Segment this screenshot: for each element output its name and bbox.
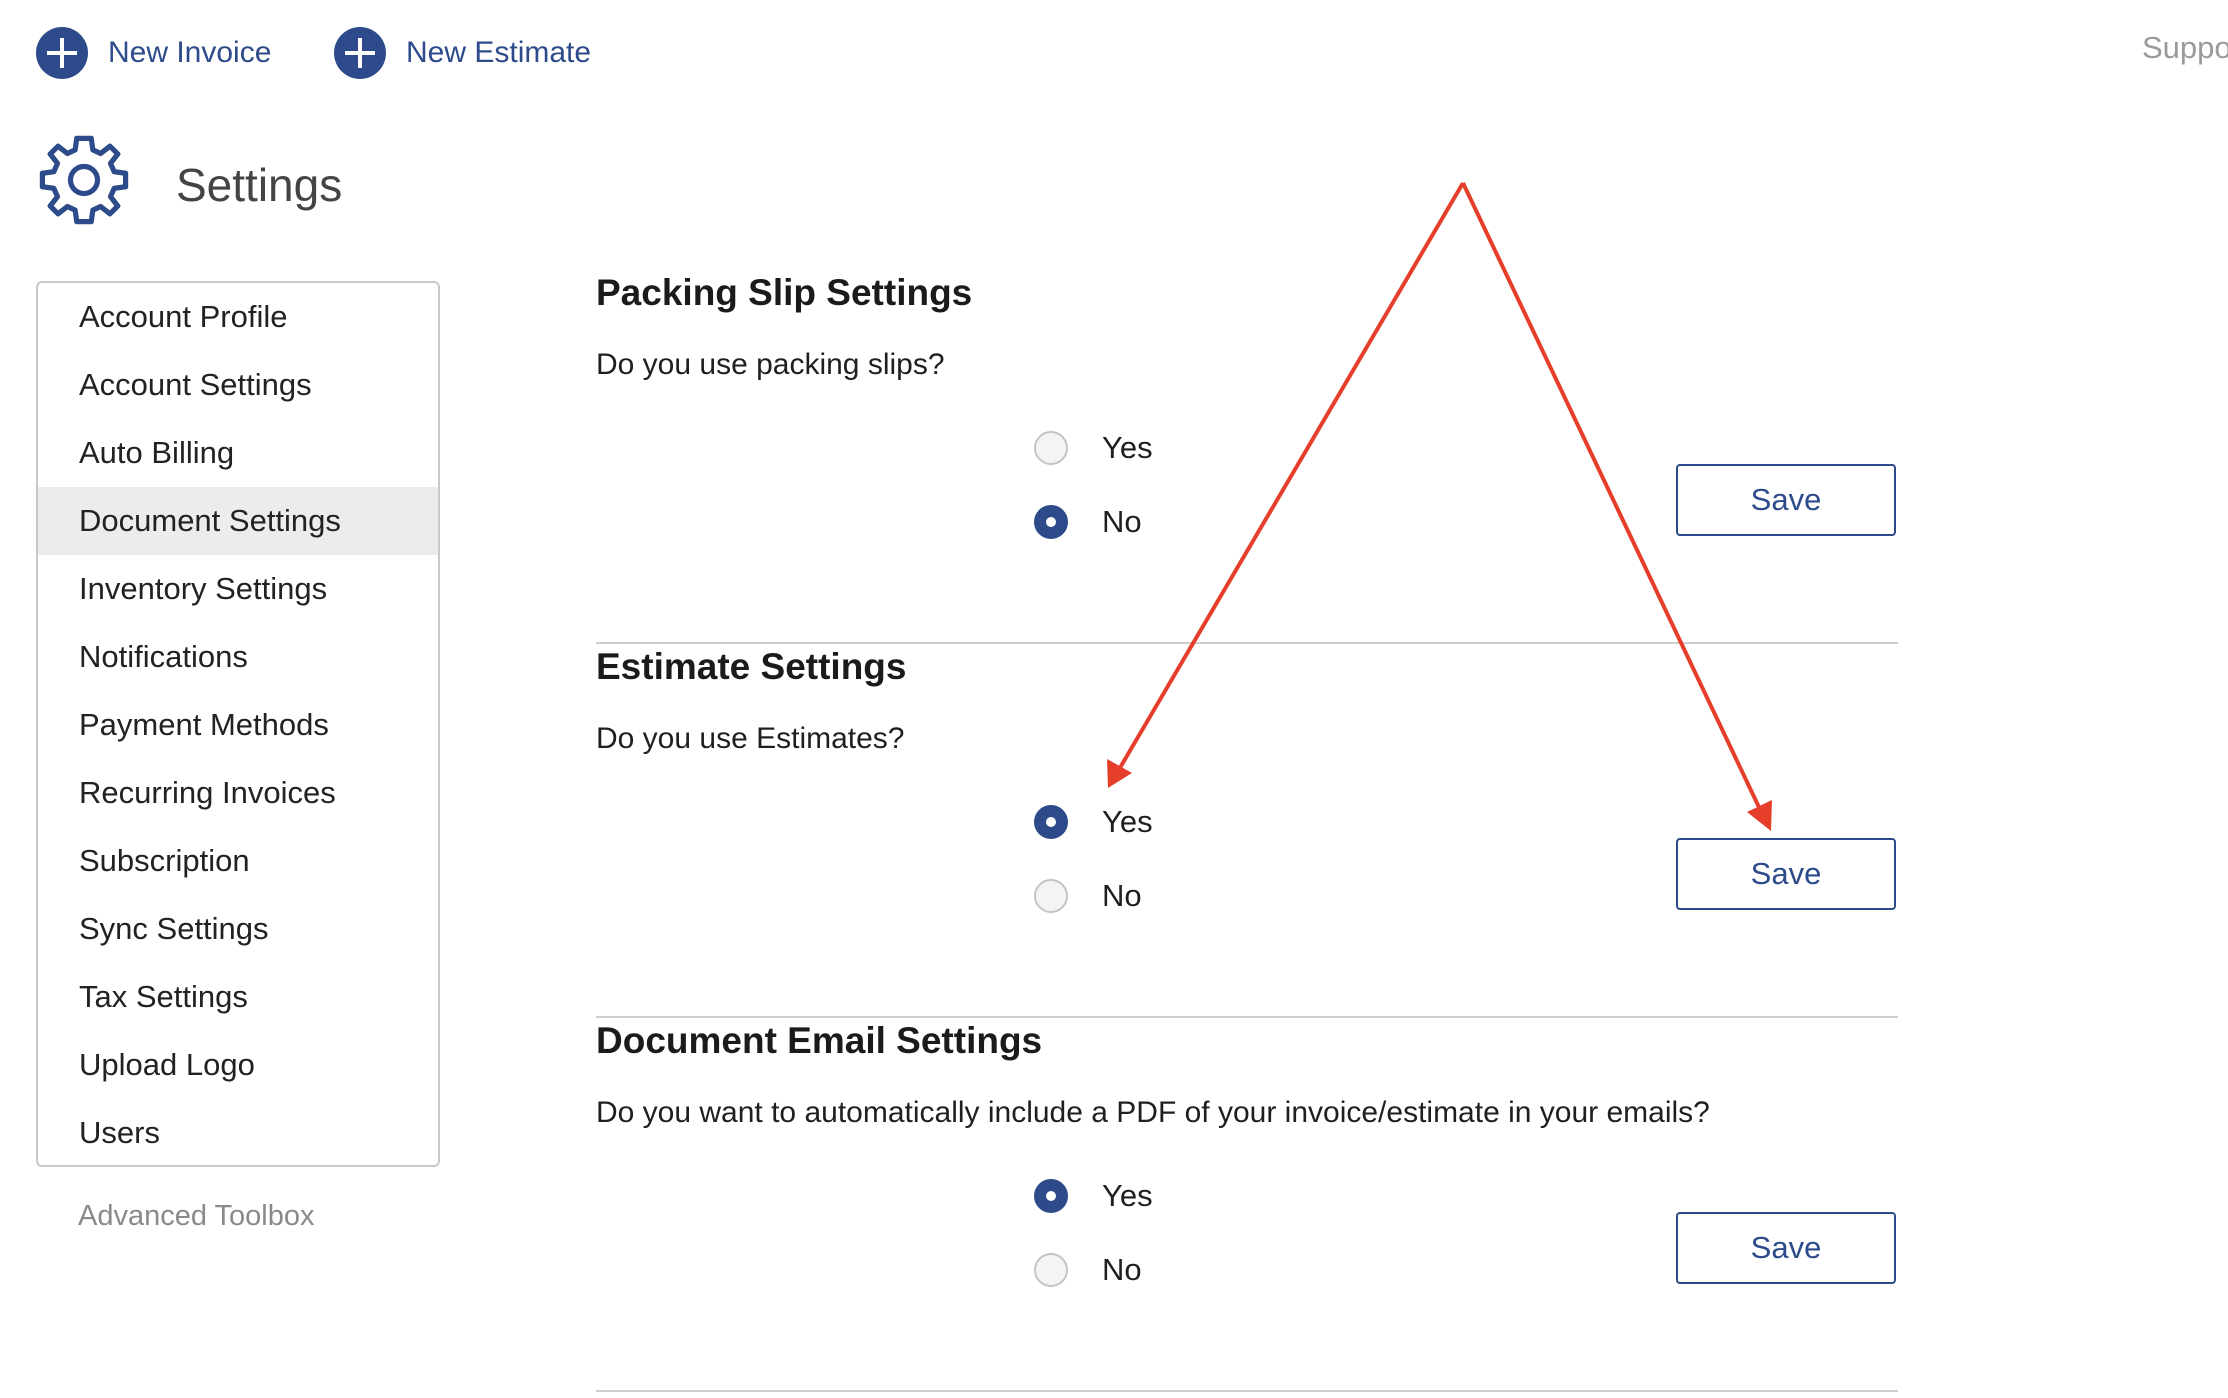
sidebar-item-account-settings[interactable]: Account Settings bbox=[38, 351, 438, 419]
sidebar-item-auto-billing[interactable]: Auto Billing bbox=[38, 419, 438, 487]
plus-circle-icon bbox=[334, 27, 386, 79]
radio-label: Yes bbox=[1102, 1178, 1153, 1213]
radio-label: Yes bbox=[1102, 430, 1153, 465]
radio-label: No bbox=[1102, 878, 1142, 913]
radio-button[interactable] bbox=[1034, 805, 1068, 839]
sidebar-item-payment-methods[interactable]: Payment Methods bbox=[38, 691, 438, 759]
packing-slip-yes-option[interactable]: Yes bbox=[1034, 428, 1153, 468]
sidebar-item-account-profile[interactable]: Account Profile bbox=[38, 283, 438, 351]
sidebar-item-tax-settings[interactable]: Tax Settings bbox=[38, 963, 438, 1031]
radio-label: No bbox=[1102, 1252, 1142, 1287]
document-email-section: Document Email Settings Do you want to a… bbox=[596, 1020, 1898, 1392]
radio-label: No bbox=[1102, 504, 1142, 539]
estimate-section: Estimate Settings Do you use Estimates? … bbox=[596, 646, 1898, 1018]
save-button[interactable]: Save bbox=[1676, 838, 1896, 910]
gear-icon bbox=[39, 135, 129, 225]
section-question: Do you use packing slips? bbox=[596, 348, 945, 381]
document-email-yes-option[interactable]: Yes bbox=[1034, 1176, 1153, 1216]
section-title: Document Email Settings bbox=[596, 1020, 1043, 1061]
radio-button[interactable] bbox=[1034, 1253, 1068, 1287]
sidebar-item-upload-logo[interactable]: Upload Logo bbox=[38, 1031, 438, 1099]
sidebar-item-sync-settings[interactable]: Sync Settings bbox=[38, 895, 438, 963]
radio-label: Yes bbox=[1102, 804, 1153, 839]
sidebar-item-inventory-settings[interactable]: Inventory Settings bbox=[38, 555, 438, 623]
sidebar-item-notifications[interactable]: Notifications bbox=[38, 623, 438, 691]
sidebar-item-users[interactable]: Users bbox=[38, 1099, 438, 1165]
new-invoice-label: New Invoice bbox=[108, 36, 272, 69]
sidebar-item-document-settings[interactable]: Document Settings bbox=[38, 487, 438, 555]
new-estimate-button[interactable]: New Estimate bbox=[334, 27, 591, 79]
advanced-toolbox-link[interactable]: Advanced Toolbox bbox=[78, 1200, 314, 1233]
section-title: Estimate Settings bbox=[596, 646, 907, 687]
settings-sidebar: Account Profile Account Settings Auto Bi… bbox=[36, 281, 440, 1167]
new-invoice-button[interactable]: New Invoice bbox=[36, 27, 271, 79]
page-title: Settings bbox=[176, 159, 343, 211]
save-button[interactable]: Save bbox=[1676, 1212, 1896, 1284]
section-question: Do you use Estimates? bbox=[596, 722, 905, 755]
sidebar-item-recurring-invoices[interactable]: Recurring Invoices bbox=[38, 759, 438, 827]
packing-slip-section: Packing Slip Settings Do you use packing… bbox=[596, 272, 1898, 644]
sidebar-item-subscription[interactable]: Subscription bbox=[38, 827, 438, 895]
section-title: Packing Slip Settings bbox=[596, 272, 973, 313]
radio-button[interactable] bbox=[1034, 505, 1068, 539]
estimate-yes-option[interactable]: Yes bbox=[1034, 802, 1153, 842]
save-button[interactable]: Save bbox=[1676, 464, 1896, 536]
packing-slip-no-option[interactable]: No bbox=[1034, 502, 1142, 542]
radio-button[interactable] bbox=[1034, 431, 1068, 465]
support-link[interactable]: Suppo bbox=[2142, 30, 2228, 66]
estimate-no-option[interactable]: No bbox=[1034, 876, 1142, 916]
radio-button[interactable] bbox=[1034, 1179, 1068, 1213]
document-email-no-option[interactable]: No bbox=[1034, 1250, 1142, 1290]
radio-button[interactable] bbox=[1034, 879, 1068, 913]
plus-circle-icon bbox=[36, 27, 88, 79]
section-question: Do you want to automatically include a P… bbox=[596, 1096, 1710, 1129]
new-estimate-label: New Estimate bbox=[406, 36, 592, 69]
